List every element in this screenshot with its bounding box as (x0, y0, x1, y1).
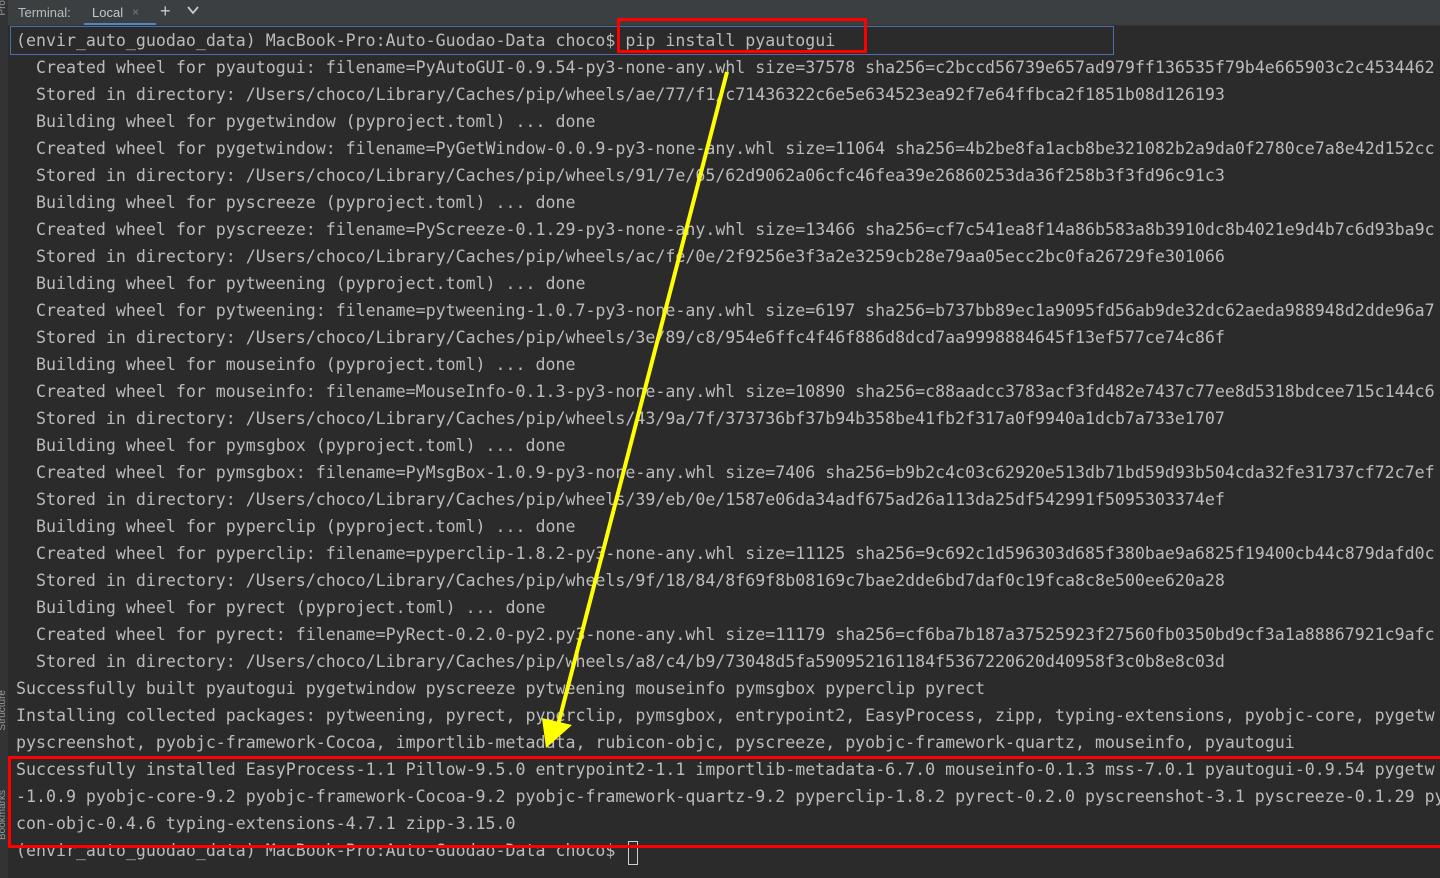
yellow-arrow-shaft (556, 71, 729, 726)
arrow-head-icon (542, 718, 572, 748)
annotation-arrow-layer (542, 71, 729, 748)
